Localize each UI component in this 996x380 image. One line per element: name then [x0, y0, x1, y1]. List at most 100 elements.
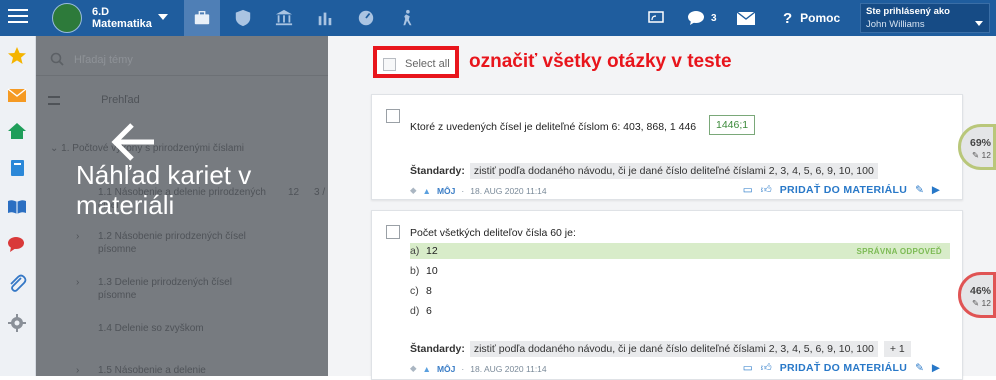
- chevron-down-icon: ⌄: [50, 143, 59, 154]
- briefcase-icon[interactable]: [184, 0, 220, 36]
- gear-icon[interactable]: [6, 312, 28, 334]
- material-preview-overlay: Hľadaj témy Prehľad ⌄ 1. Počtové výkony …: [36, 36, 328, 376]
- play-icon[interactable]: ▶: [932, 184, 940, 196]
- class-name-line2: Matematika: [92, 18, 152, 30]
- success-rate-badge[interactable]: 69% ✎ 12: [958, 124, 996, 170]
- play-icon[interactable]: ▶: [932, 362, 940, 374]
- meta-separator: ·: [461, 185, 465, 196]
- notebook-icon[interactable]: [6, 157, 28, 179]
- owner-label[interactable]: MÔJ: [437, 364, 455, 374]
- running-person-icon[interactable]: [389, 0, 425, 36]
- bar-chart-icon[interactable]: [307, 0, 343, 36]
- chat-bubbles-icon: [688, 11, 704, 25]
- standards-row: Štandardy: zistiť podľa dodaného návodu,…: [410, 341, 911, 357]
- institution-icon[interactable]: [266, 0, 302, 36]
- user-menu[interactable]: Ste prihlásený ako John Williams: [860, 3, 990, 33]
- home-icon[interactable]: [6, 120, 28, 142]
- chat-icon[interactable]: [6, 234, 28, 256]
- question-text: Ktoré z uvedených čísel je deliteľné čís…: [410, 121, 697, 133]
- attempts-count-value: 12: [981, 150, 991, 160]
- tag-icon[interactable]: ◆: [410, 185, 417, 196]
- standards-label: Štandardy:: [410, 165, 465, 177]
- toc-item[interactable]: 1.4 Delenie so zvyškom: [98, 322, 204, 335]
- pencil-icon[interactable]: ✎: [915, 184, 924, 196]
- graduation-cap-icon[interactable]: ▲: [423, 186, 431, 196]
- answer-option[interactable]: b) 10: [410, 263, 950, 279]
- class-avatar[interactable]: [52, 3, 82, 33]
- envelope-icon[interactable]: [737, 0, 755, 36]
- class-name[interactable]: 6.D Matematika: [92, 6, 152, 30]
- graduation-cap-icon[interactable]: ▲: [423, 364, 431, 374]
- pencil-icon[interactable]: ✎: [915, 362, 924, 374]
- owner-label[interactable]: MÔJ: [437, 186, 455, 196]
- option-value: 10: [426, 265, 438, 277]
- add-to-material-button[interactable]: PRIDAŤ DO MATERIÁLU: [780, 362, 907, 374]
- answer-option[interactable]: d) 6: [410, 303, 950, 319]
- messages-button[interactable]: 3: [687, 0, 717, 36]
- list-icon: [48, 95, 60, 105]
- user-menu-caret-icon: [975, 21, 983, 26]
- question-checkbox[interactable]: [386, 225, 400, 239]
- question-date: 18. AUG 2020 11:14: [470, 363, 547, 374]
- toc-item-label: 1.4 Delenie so zvyškom: [98, 323, 204, 334]
- success-rate-badge[interactable]: 46% ✎ 12: [958, 272, 996, 318]
- success-rate-percent: 46%: [970, 285, 992, 297]
- open-book-icon[interactable]: [6, 196, 28, 218]
- add-to-material-button[interactable]: PRIDAŤ DO MATERIÁLU: [780, 184, 907, 196]
- question-checkbox[interactable]: [386, 109, 400, 123]
- messages-count: 3: [711, 12, 717, 24]
- help-button[interactable]: ? Pomoc: [783, 0, 840, 36]
- thumbs-up-icon[interactable]: 👍︎: [761, 183, 772, 196]
- question-mark-icon: ?: [783, 9, 793, 27]
- thumbs-up-icon[interactable]: 👍︎: [761, 361, 772, 374]
- meta-separator: ·: [461, 363, 465, 374]
- question-list-area: Select all označiť všetky otázky v teste…: [328, 36, 996, 380]
- standard-chip[interactable]: zistiť podľa dodaného návodu, či je dané…: [469, 163, 878, 179]
- top-bar: 6.D Matematika 3 ? Pomoc Ste prihlásený …: [0, 0, 996, 36]
- chevron-right-icon: ›: [76, 277, 80, 288]
- star-icon[interactable]: [6, 45, 28, 67]
- hamburger-menu-icon[interactable]: [8, 9, 28, 25]
- standard-chip[interactable]: zistiť podľa dodaného návodu, či je dané…: [469, 341, 878, 357]
- shield-check-icon[interactable]: [225, 0, 261, 36]
- answer-option[interactable]: c) 8: [410, 283, 950, 299]
- correct-answer-label: SPRÁVNA ODPOVEĎ: [856, 246, 942, 256]
- speedometer-icon[interactable]: [348, 0, 384, 36]
- select-all-label: Select all: [405, 58, 450, 70]
- tag-icon[interactable]: ◆: [410, 363, 417, 374]
- envelope-icon[interactable]: [6, 84, 28, 106]
- question-card: Ktoré z uvedených čísel je deliteľné čís…: [371, 94, 963, 200]
- chevron-right-icon: ›: [76, 365, 80, 376]
- more-standards-badge[interactable]: + 1: [883, 341, 911, 357]
- attempts-count: ✎ 12: [972, 150, 991, 160]
- back-arrow-icon[interactable]: [110, 122, 156, 162]
- class-dropdown-caret-icon[interactable]: [158, 14, 168, 20]
- standards-label: Štandardy:: [410, 343, 465, 355]
- question-actions: ▭ 👍︎ PRIDAŤ DO MATERIÁLU ✎ ▶: [743, 183, 940, 197]
- attempts-count-value: 12: [981, 298, 991, 308]
- toc-item[interactable]: 1.2 Násobenie prirodzených čísel písomne: [98, 230, 278, 256]
- toc-item[interactable]: 1.3 Delenie prirodzených čísel písomne: [98, 276, 248, 302]
- toc-item[interactable]: 1.5 Násobenie a delenie: [98, 364, 206, 376]
- answer-option[interactable]: a) 12 SPRÁVNA ODPOVEĎ: [410, 243, 950, 259]
- success-rate-percent: 69%: [970, 137, 992, 149]
- screen-share-icon[interactable]: [648, 0, 664, 36]
- preview-label: Prehľad: [101, 94, 140, 106]
- question-text: Počet všetkých deliteľov čísla 60 je:: [410, 227, 576, 239]
- paperclip-icon[interactable]: [6, 272, 28, 294]
- standards-row: Štandardy: zistiť podľa dodaného návodu,…: [410, 163, 878, 179]
- search-placeholder: Hľadaj témy: [74, 54, 133, 66]
- option-key: a): [410, 245, 420, 257]
- select-all-control[interactable]: Select all: [373, 46, 459, 78]
- answer-chip: 1446;1: [709, 115, 756, 135]
- preview-row[interactable]: Prehľad: [48, 94, 140, 106]
- toc-item-count: 3 /: [314, 187, 326, 198]
- option-value: 8: [426, 285, 432, 297]
- topic-search[interactable]: Hľadaj témy: [36, 36, 328, 76]
- cast-icon[interactable]: ▭: [743, 362, 753, 374]
- question-meta: ◆ ▲ MÔJ · 18. AUG 2020 11:14: [410, 363, 547, 374]
- select-all-checkbox[interactable]: [383, 58, 396, 71]
- user-name: John Williams: [866, 19, 925, 30]
- cast-icon[interactable]: ▭: [743, 184, 753, 196]
- user-label: Ste prihlásený ako: [866, 6, 950, 17]
